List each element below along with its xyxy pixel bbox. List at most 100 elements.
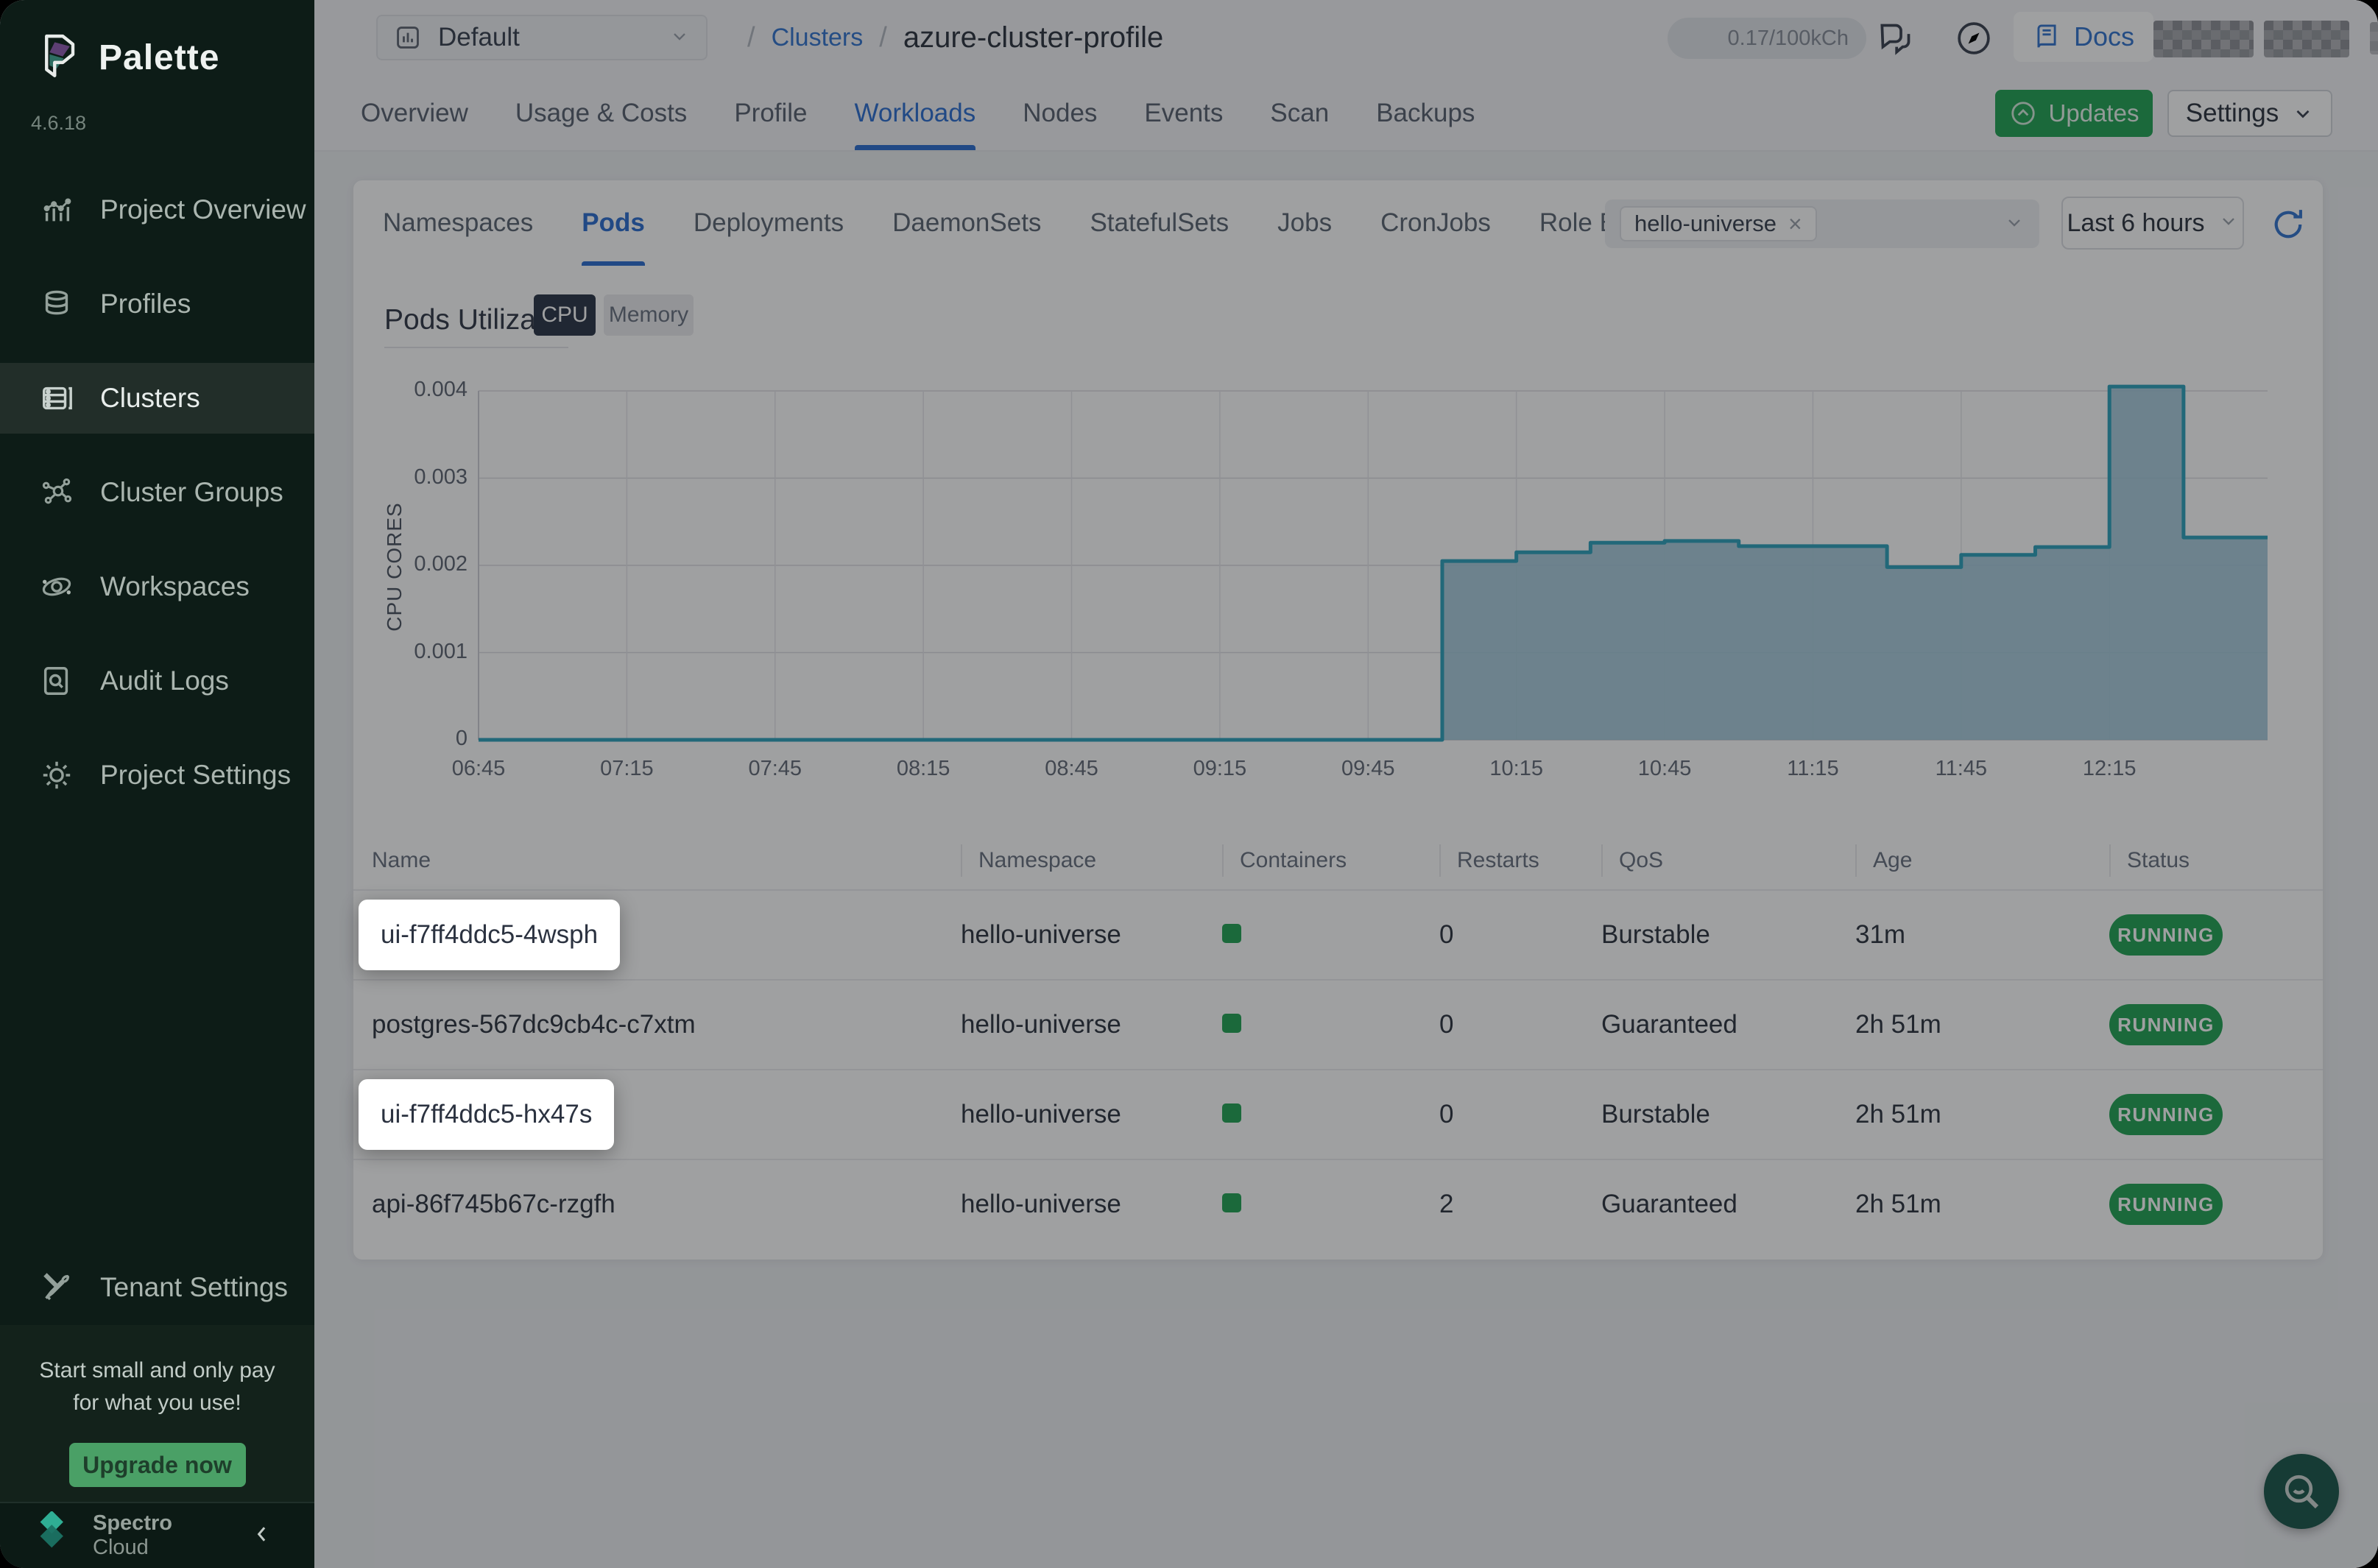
usage-quota-badge: 0.17/100kCh	[1668, 18, 1866, 59]
sidebar-item-label: Tenant Settings	[100, 1272, 288, 1303]
container-status-square	[1222, 1103, 1241, 1123]
time-range-value: Last 6 hours	[2067, 209, 2204, 238]
column-header-namespace: Namespace	[961, 844, 1222, 877]
pod-restarts: 2	[1439, 1190, 1601, 1219]
y-tick-label: 0	[372, 727, 468, 751]
tab-overview[interactable]: Overview	[361, 76, 468, 150]
tab-usage-costs[interactable]: Usage & Costs	[515, 76, 687, 150]
svg-text:11:45: 11:45	[1936, 757, 1987, 780]
namespace-filter-select[interactable]: hello-universe ×	[1605, 199, 2039, 248]
sidebar: Palette 4.6.18 Project Overview	[0, 0, 314, 1568]
sidebar-item-label: Project Settings	[100, 760, 291, 791]
pod-name[interactable]: api-86f745b67c-rzgfh	[372, 1190, 961, 1219]
promo-text-line1: Start small and only pay	[39, 1355, 275, 1387]
chevron-down-icon	[669, 26, 690, 50]
sidebar-item-profiles[interactable]: Profiles	[0, 269, 314, 339]
subtab-daemonsets[interactable]: DaemonSets	[892, 180, 1041, 266]
spectro-cloud-brand: Spectro Cloud	[93, 1511, 172, 1560]
svg-text:08:15: 08:15	[897, 757, 950, 780]
svg-text:06:45: 06:45	[452, 757, 506, 780]
audit-icon	[40, 664, 74, 698]
tab-backups[interactable]: Backups	[1376, 76, 1475, 150]
tab-workloads[interactable]: Workloads	[855, 76, 976, 150]
pod-name-highlighted[interactable]: ui-f7ff4ddc5-4wsph	[359, 900, 620, 970]
promo-text-line2: for what you use!	[73, 1387, 241, 1419]
pod-age: 2h 51m	[1855, 1010, 2109, 1039]
refresh-button[interactable]	[2269, 205, 2307, 244]
sidebar-item-label: Audit Logs	[100, 665, 229, 696]
svg-text:09:45: 09:45	[1341, 757, 1395, 780]
project-selector[interactable]: Default	[376, 15, 708, 60]
compass-icon	[1953, 18, 1994, 59]
pod-qos: Guaranteed	[1601, 1190, 1855, 1219]
pod-name[interactable]: postgres-567dc9cb4c-c7xtm	[372, 1010, 961, 1039]
network-icon	[40, 476, 74, 509]
column-header-age: Age	[1855, 844, 2109, 877]
table-row[interactable]: api-86f745b67c-rzgfh hello-universe 2 Gu…	[353, 1159, 2323, 1249]
y-tick-label: 0.004	[372, 378, 468, 402]
table-row[interactable]: ui-f7ff4ddc5-hx47s hello-universe 0 Burs…	[353, 1069, 2323, 1159]
magnifier-smile-icon	[2281, 1471, 2322, 1512]
subtab-pods[interactable]: Pods	[582, 180, 645, 266]
tab-profile[interactable]: Profile	[734, 76, 807, 150]
y-tick-label: 0.003	[372, 465, 468, 490]
table-row[interactable]: ui-f7ff4ddc5-4wsph hello-universe 0 Burs…	[353, 889, 2323, 979]
updates-button[interactable]: Updates	[1995, 90, 2153, 137]
pods-table: Name Namespace Containers Restarts QoS A…	[353, 832, 2323, 1249]
sidebar-item-clusters[interactable]: Clusters	[0, 363, 314, 434]
y-tick-label: 0.001	[372, 640, 468, 664]
pod-qos: Burstable	[1601, 920, 1855, 950]
pod-name-highlighted[interactable]: ui-f7ff4ddc5-hx47s	[359, 1079, 614, 1150]
sidebar-item-tenant-settings[interactable]: Tenant Settings	[0, 1252, 314, 1323]
column-header-qos: QoS	[1601, 844, 1855, 877]
status-badge: RUNNING	[2109, 1184, 2223, 1225]
y-tick-label: 0.002	[372, 552, 468, 576]
sidebar-item-workspaces[interactable]: Workspaces	[0, 551, 314, 622]
brand-bottom: Cloud	[93, 1536, 172, 1560]
svg-text:10:45: 10:45	[1638, 757, 1692, 780]
search-help-fab[interactable]	[2264, 1454, 2339, 1529]
palette-logo: Palette	[32, 31, 219, 84]
settings-button[interactable]: Settings	[2167, 90, 2332, 137]
subtab-deployments[interactable]: Deployments	[694, 180, 844, 266]
column-header-status: Status	[2109, 844, 2323, 877]
tools-icon	[40, 1271, 74, 1304]
sidebar-collapse-button[interactable]	[251, 1523, 273, 1549]
server-icon	[40, 381, 74, 415]
pod-restarts: 0	[1439, 1100, 1601, 1129]
subtab-jobs[interactable]: Jobs	[1277, 180, 1332, 266]
sidebar-item-audit-logs[interactable]: Audit Logs	[0, 646, 314, 716]
explore-button[interactable]	[1953, 18, 1994, 59]
svg-text:09:15: 09:15	[1193, 757, 1247, 780]
remove-filter-icon[interactable]: ×	[1788, 211, 1802, 238]
pod-qos: Burstable	[1601, 1100, 1855, 1129]
chat-icon	[1875, 18, 1916, 59]
sidebar-menu: Project Overview Profiles	[0, 174, 314, 834]
sidebar-item-label: Project Overview	[100, 194, 306, 225]
tab-scan[interactable]: Scan	[1270, 76, 1329, 150]
breadcrumb-separator: /	[747, 22, 755, 54]
subtab-statefulsets[interactable]: StatefulSets	[1090, 180, 1229, 266]
sidebar-item-project-overview[interactable]: Project Overview	[0, 174, 314, 245]
time-range-select[interactable]: Last 6 hours	[2061, 197, 2244, 250]
tab-nodes[interactable]: Nodes	[1023, 76, 1097, 150]
breadcrumb-clusters-link[interactable]: Clusters	[772, 24, 864, 52]
table-row[interactable]: postgres-567dc9cb4c-c7xtm hello-universe…	[353, 979, 2323, 1069]
tab-events[interactable]: Events	[1144, 76, 1223, 150]
docs-button[interactable]: Docs	[2014, 12, 2153, 62]
gear-icon	[40, 758, 74, 792]
sidebar-item-cluster-groups[interactable]: Cluster Groups	[0, 457, 314, 528]
cpu-toggle-button[interactable]: CPU	[534, 294, 596, 336]
sidebar-item-project-settings[interactable]: Project Settings	[0, 740, 314, 811]
pod-namespace: hello-universe	[961, 1010, 1222, 1039]
column-header-name: Name	[372, 844, 961, 877]
spectro-cloud-logo-icon	[29, 1511, 75, 1560]
upgrade-now-button[interactable]: Upgrade now	[69, 1443, 246, 1487]
pod-namespace: hello-universe	[961, 1190, 1222, 1219]
update-circle-icon	[2009, 99, 2037, 127]
feedback-button[interactable]	[1875, 18, 1916, 59]
memory-toggle-button[interactable]: Memory	[604, 294, 694, 336]
subtab-namespaces[interactable]: Namespaces	[383, 180, 533, 266]
workloads-card: Namespaces Pods Deployments DaemonSets S…	[353, 180, 2323, 1260]
subtab-cronjobs[interactable]: CronJobs	[1380, 180, 1491, 266]
